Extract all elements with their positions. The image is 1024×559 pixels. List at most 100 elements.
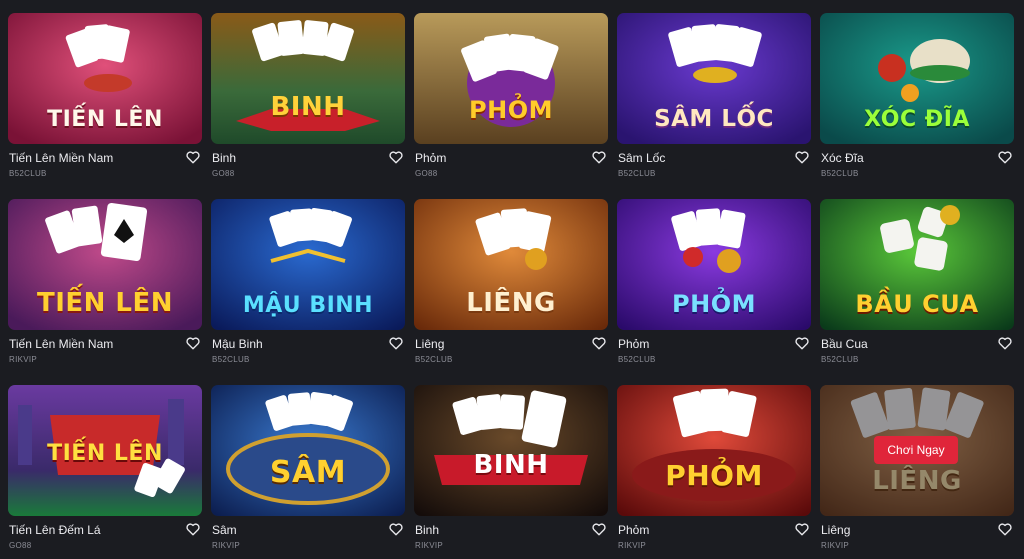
- game-thumbnail[interactable]: MẬU BINH: [211, 199, 405, 330]
- game-provider: RIKVIP: [415, 541, 444, 550]
- game-meta: Phỏm RIKVIP: [617, 516, 811, 554]
- heart-icon[interactable]: [998, 151, 1012, 164]
- heart-icon[interactable]: [186, 337, 200, 350]
- game-name[interactable]: Sâm Lốc: [618, 151, 665, 165]
- game-artwork: [617, 385, 811, 516]
- game-card[interactable]: TIẾN LÊN Tiến Lên Miền Nam RIKVIP: [8, 199, 202, 368]
- game-title-art: SÂM: [269, 455, 347, 490]
- game-thumbnail[interactable]: BINH: [211, 13, 405, 144]
- game-meta: Tiến Lên Miền Nam RIKVIP: [8, 330, 202, 368]
- game-name[interactable]: Tiến Lên Miền Nam: [9, 151, 113, 165]
- game-meta: Tiến Lên Miền Nam B52CLUB: [8, 144, 202, 182]
- heart-icon[interactable]: [998, 523, 1012, 536]
- game-thumbnail[interactable]: TIẾN LÊN: [8, 385, 202, 516]
- game-meta: Mậu Binh B52CLUB: [211, 330, 405, 368]
- game-thumbnail[interactable]: BINH: [414, 385, 608, 516]
- game-title-art: PHỎM: [469, 96, 553, 124]
- game-card[interactable]: PHỎM Phỏm B52CLUB: [617, 199, 811, 368]
- heart-icon[interactable]: [592, 523, 606, 536]
- game-meta: Xóc Đĩa B52CLUB: [820, 144, 1014, 182]
- game-artwork: [211, 385, 405, 516]
- game-thumbnail[interactable]: PHỎM: [617, 385, 811, 516]
- game-meta: Sâm RIKVIP: [211, 516, 405, 554]
- heart-icon[interactable]: [998, 337, 1012, 350]
- game-provider: GO88: [212, 169, 235, 178]
- game-title-art: LIÊNG: [466, 288, 556, 318]
- game-name[interactable]: Sâm: [212, 523, 237, 537]
- game-provider: B52CLUB: [9, 169, 47, 178]
- heart-icon[interactable]: [186, 523, 200, 536]
- game-title-art: PHỎM: [672, 290, 756, 318]
- game-provider: RIKVIP: [618, 541, 647, 550]
- game-provider: GO88: [415, 169, 438, 178]
- game-title-art: TIẾN LÊN: [47, 107, 163, 132]
- game-title-art: SÂM LỐC: [654, 106, 774, 132]
- heart-icon[interactable]: [186, 151, 200, 164]
- game-provider: B52CLUB: [212, 355, 250, 364]
- game-meta: Sâm Lốc B52CLUB: [617, 144, 811, 182]
- heart-icon[interactable]: [592, 337, 606, 350]
- game-card[interactable]: PHỎM Phỏm RIKVIP: [617, 385, 811, 554]
- game-thumbnail[interactable]: LIÊNG Chơi Ngay: [820, 385, 1014, 516]
- game-meta: Binh RIKVIP: [414, 516, 608, 554]
- heart-icon[interactable]: [795, 523, 809, 536]
- game-name[interactable]: Xóc Đĩa: [821, 151, 864, 165]
- game-provider: B52CLUB: [618, 355, 656, 364]
- game-card[interactable]: LIÊNG Liêng B52CLUB: [414, 199, 608, 368]
- game-thumbnail[interactable]: SÂM LỐC: [617, 13, 811, 144]
- game-name[interactable]: Liêng: [821, 523, 850, 537]
- game-thumbnail[interactable]: SÂM: [211, 385, 405, 516]
- game-meta: Tiến Lên Đếm Lá GO88: [8, 516, 202, 554]
- game-artwork: [211, 13, 405, 144]
- game-card[interactable]: SÂM LỐC Sâm Lốc B52CLUB: [617, 13, 811, 182]
- heart-icon[interactable]: [795, 151, 809, 164]
- game-thumbnail[interactable]: TIẾN LÊN: [8, 199, 202, 330]
- game-title-art: BINH: [270, 92, 346, 122]
- game-title-art: XÓC ĐĨA: [864, 107, 970, 132]
- game-thumbnail[interactable]: XÓC ĐĨA: [820, 13, 1014, 144]
- game-title-art: BINH: [473, 450, 549, 480]
- game-meta: Phỏm B52CLUB: [617, 330, 811, 368]
- game-name[interactable]: Liêng: [415, 337, 444, 351]
- game-thumbnail[interactable]: PHỎM: [617, 199, 811, 330]
- game-title-art: PHỎM: [665, 459, 763, 492]
- game-grid: TIẾN LÊN Tiến Lên Miền Nam B52CLUB BINH …: [0, 0, 1024, 559]
- game-name[interactable]: Phỏm: [618, 523, 649, 537]
- heart-icon[interactable]: [389, 523, 403, 536]
- game-card[interactable]: PHỎM Phỏm GO88: [414, 13, 608, 182]
- game-thumbnail[interactable]: PHỎM: [414, 13, 608, 144]
- game-card[interactable]: TIẾN LÊN Tiến Lên Đếm Lá GO88: [8, 385, 202, 554]
- game-title-art: BẦU CUA: [855, 290, 979, 318]
- game-card[interactable]: BẦU CUA Bầu Cua B52CLUB: [820, 199, 1014, 368]
- heart-icon[interactable]: [389, 337, 403, 350]
- game-provider: B52CLUB: [821, 355, 859, 364]
- game-provider: B52CLUB: [821, 169, 859, 178]
- game-name[interactable]: Binh: [415, 523, 439, 537]
- heart-icon[interactable]: [592, 151, 606, 164]
- game-card[interactable]: MẬU BINH Mậu Binh B52CLUB: [211, 199, 405, 368]
- game-name[interactable]: Tiến Lên Miền Nam: [9, 337, 113, 351]
- heart-icon[interactable]: [795, 337, 809, 350]
- game-provider: B52CLUB: [618, 169, 656, 178]
- game-thumbnail[interactable]: TIẾN LÊN: [8, 13, 202, 144]
- game-card[interactable]: SÂM Sâm RIKVIP: [211, 385, 405, 554]
- game-name[interactable]: Mậu Binh: [212, 337, 263, 351]
- play-now-button[interactable]: Chơi Ngay: [874, 436, 958, 464]
- game-meta: Binh GO88: [211, 144, 405, 182]
- game-name[interactable]: Phỏm: [618, 337, 649, 351]
- game-thumbnail[interactable]: BẦU CUA: [820, 199, 1014, 330]
- game-card[interactable]: TIẾN LÊN Tiến Lên Miền Nam B52CLUB: [8, 13, 202, 182]
- game-name[interactable]: Tiến Lên Đếm Lá: [9, 523, 101, 537]
- game-title-art: TIẾN LÊN: [36, 288, 174, 318]
- game-meta: Bầu Cua B52CLUB: [820, 330, 1014, 368]
- game-name[interactable]: Phỏm: [415, 151, 446, 165]
- game-name[interactable]: Binh: [212, 151, 236, 165]
- game-meta: Liêng B52CLUB: [414, 330, 608, 368]
- game-name[interactable]: Bầu Cua: [821, 337, 868, 351]
- game-card[interactable]: LIÊNG Chơi Ngay Liêng RIKVIP: [820, 385, 1014, 554]
- game-card[interactable]: XÓC ĐĨA Xóc Đĩa B52CLUB: [820, 13, 1014, 182]
- game-thumbnail[interactable]: LIÊNG: [414, 199, 608, 330]
- game-card[interactable]: BINH Binh RIKVIP: [414, 385, 608, 554]
- game-card[interactable]: BINH Binh GO88: [211, 13, 405, 182]
- heart-icon[interactable]: [389, 151, 403, 164]
